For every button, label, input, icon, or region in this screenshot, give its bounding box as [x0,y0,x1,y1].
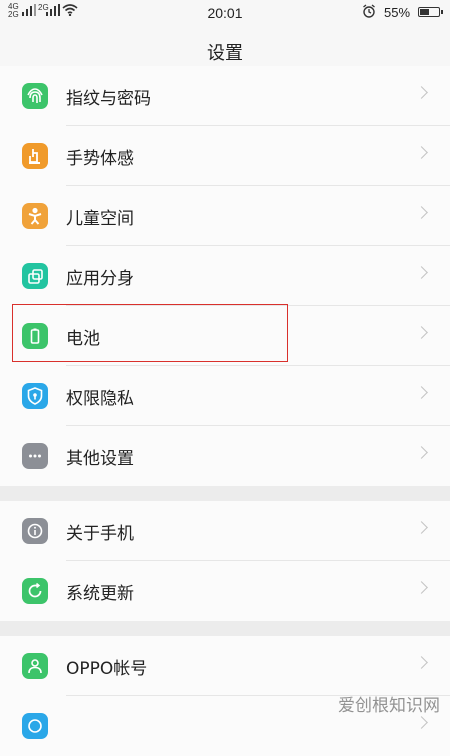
settings-group: 关于手机 系统更新 [0,501,450,621]
chevron-right-icon [415,206,428,219]
battery-status-icon [418,7,443,17]
battery-percent: 55% [384,5,411,20]
settings-item[interactable]: 指纹与密码 [0,66,450,126]
hand-gesture-icon [22,143,48,169]
settings-item-label: 权限隐私 [66,389,134,409]
update-icon [22,578,48,604]
settings-item[interactable]: 应用分身 [0,246,450,306]
info-icon [22,518,48,544]
settings-item[interactable]: 权限隐私 [0,366,450,426]
settings-item[interactable]: 手势体感 [0,126,450,186]
highlight-box [12,304,288,362]
settings-item-label: 应用分身 [66,269,134,289]
status-bar: 4G 2G 2G 20:01 55% [0,0,450,26]
settings-item-label: 系统更新 [66,584,134,604]
help-icon [22,713,48,739]
child-icon [22,203,48,229]
settings-item[interactable]: 儿童空间 [0,186,450,246]
settings-group: 指纹与密码 手势体感 儿童空间 应用分身 电池 权限隐私 其他设置 [0,66,450,486]
chevron-right-icon [415,656,428,669]
settings-item-label: 其他设置 [66,449,134,469]
settings-list: 指纹与密码 手势体感 儿童空间 应用分身 电池 权限隐私 其他设置 关于手机 系统更新 OPPO帐… [0,66,450,756]
chevron-right-icon [415,521,428,534]
settings-item[interactable]: 其他设置 [0,426,450,486]
chevron-right-icon [415,326,428,339]
account-icon [22,653,48,679]
settings-item-label: 儿童空间 [66,209,134,229]
more-icon [22,443,48,469]
chevron-right-icon [415,716,428,729]
chevron-right-icon [415,146,428,159]
fingerprint-icon [22,83,48,109]
page-title: 设置 [207,43,243,64]
clock: 20:01 [207,5,243,21]
chevron-right-icon [415,386,428,399]
chevron-right-icon [415,581,428,594]
watermark: 爱创根知识网 [338,696,440,716]
settings-item-label: 手势体感 [66,149,134,169]
chevron-right-icon [415,266,428,279]
app-clone-icon [22,263,48,289]
group-divider [0,486,450,501]
settings-item[interactable]: 系统更新 [0,561,450,621]
settings-item-label: 指纹与密码 [66,89,151,109]
chevron-right-icon [415,446,428,459]
chevron-right-icon [415,86,428,99]
group-divider [0,621,450,636]
alarm-icon [362,4,376,18]
settings-item-label: 关于手机 [66,524,134,544]
shield-icon [22,383,48,409]
settings-item[interactable]: OPPO帐号 [0,636,450,696]
settings-item[interactable]: 关于手机 [0,501,450,561]
settings-item-label: OPPO帐号 [66,659,148,679]
